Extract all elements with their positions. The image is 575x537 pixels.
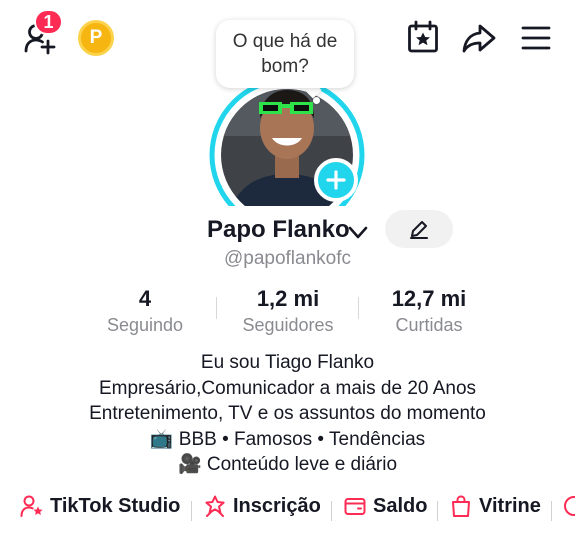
shopping-bag-icon: [452, 495, 470, 517]
status-note-bubble[interactable]: O que há de bom?: [216, 20, 354, 88]
shortcut-divider: [551, 501, 552, 521]
bio-line: Eu sou Tiago Flanko: [200, 352, 375, 373]
bio-line: 📺 BBB • Famosos • Tendências: [149, 428, 426, 450]
stat-label: Seguidores: [242, 315, 334, 335]
calendar-button[interactable]: [404, 18, 442, 56]
person-star-icon: [20, 495, 43, 517]
stat-value: 1,2 mi: [256, 286, 320, 311]
stat-divider: [216, 297, 217, 319]
stat-following[interactable]: 4 Seguindo: [75, 284, 215, 336]
stat-label: Curtidas: [395, 315, 463, 335]
stat-label: Seguindo: [106, 315, 184, 335]
shortcut-saldo[interactable]: Saldo: [343, 494, 427, 518]
profile-stats: 4 Seguindo 1,2 mi Seguidores 12,7 mi Cur…: [0, 284, 575, 340]
wallet-icon: [344, 498, 366, 515]
shortcut-tiktok-studio[interactable]: TikTok Studio: [20, 494, 180, 518]
partial-shortcut-icon: [564, 496, 575, 516]
shortcut-divider: [331, 501, 332, 521]
profile-bio: Eu sou Tiago Flanko Empresário,Comunicad…: [0, 350, 575, 478]
plus-icon: [326, 170, 346, 190]
coin-icon: P: [89, 27, 103, 48]
bio-line: Entretenimento, TV e os assuntos do mome…: [89, 403, 486, 424]
edit-profile-button[interactable]: [385, 210, 453, 248]
shortcut-label: Saldo: [373, 494, 428, 517]
stat-value: 4: [138, 286, 152, 311]
bio-line: Empresário,Comunicador a mais de 20 Anos: [98, 377, 477, 399]
share-icon: [462, 24, 496, 53]
shortcut-label: TikTok Studio: [50, 494, 181, 517]
shortcut-more[interactable]: [562, 494, 575, 518]
stat-likes[interactable]: 12,7 mi Curtidas: [359, 284, 499, 336]
shortcut-vitrine[interactable]: Vitrine: [449, 494, 541, 518]
stat-value: 12,7 mi: [391, 286, 467, 311]
profile-shortcuts: TikTok Studio Inscrição Saldo Vitrine: [0, 490, 575, 526]
pencil-icon: [410, 221, 428, 239]
menu-icon: [521, 26, 551, 50]
bio-line: 🎥 Conteúdo leve e diário: [177, 454, 398, 475]
star-ribbon-icon: [205, 495, 225, 517]
stat-followers[interactable]: 1,2 mi Seguidores: [218, 284, 358, 336]
chevron-down-icon[interactable]: [348, 226, 368, 240]
shortcut-divider: [191, 501, 192, 521]
notification-badge: 1: [34, 9, 63, 35]
calendar-star-icon: [408, 20, 438, 53]
add-story-button[interactable]: [314, 158, 358, 202]
coin-button[interactable]: P: [78, 20, 114, 56]
status-note-text: O que há de bom?: [232, 31, 338, 77]
bubble-dot: [313, 97, 320, 104]
share-button[interactable]: [459, 18, 499, 58]
profile-handle: @papoflankofc: [223, 248, 352, 269]
name-row: Papo Flanko: [0, 210, 575, 250]
shortcut-label: Vitrine: [479, 494, 541, 517]
shortcut-divider: [437, 501, 438, 521]
shortcut-label: Inscrição: [233, 494, 321, 517]
profile-name[interactable]: Papo Flanko: [207, 216, 350, 244]
shortcut-inscricao[interactable]: Inscrição: [203, 494, 321, 518]
menu-button[interactable]: [516, 18, 556, 58]
